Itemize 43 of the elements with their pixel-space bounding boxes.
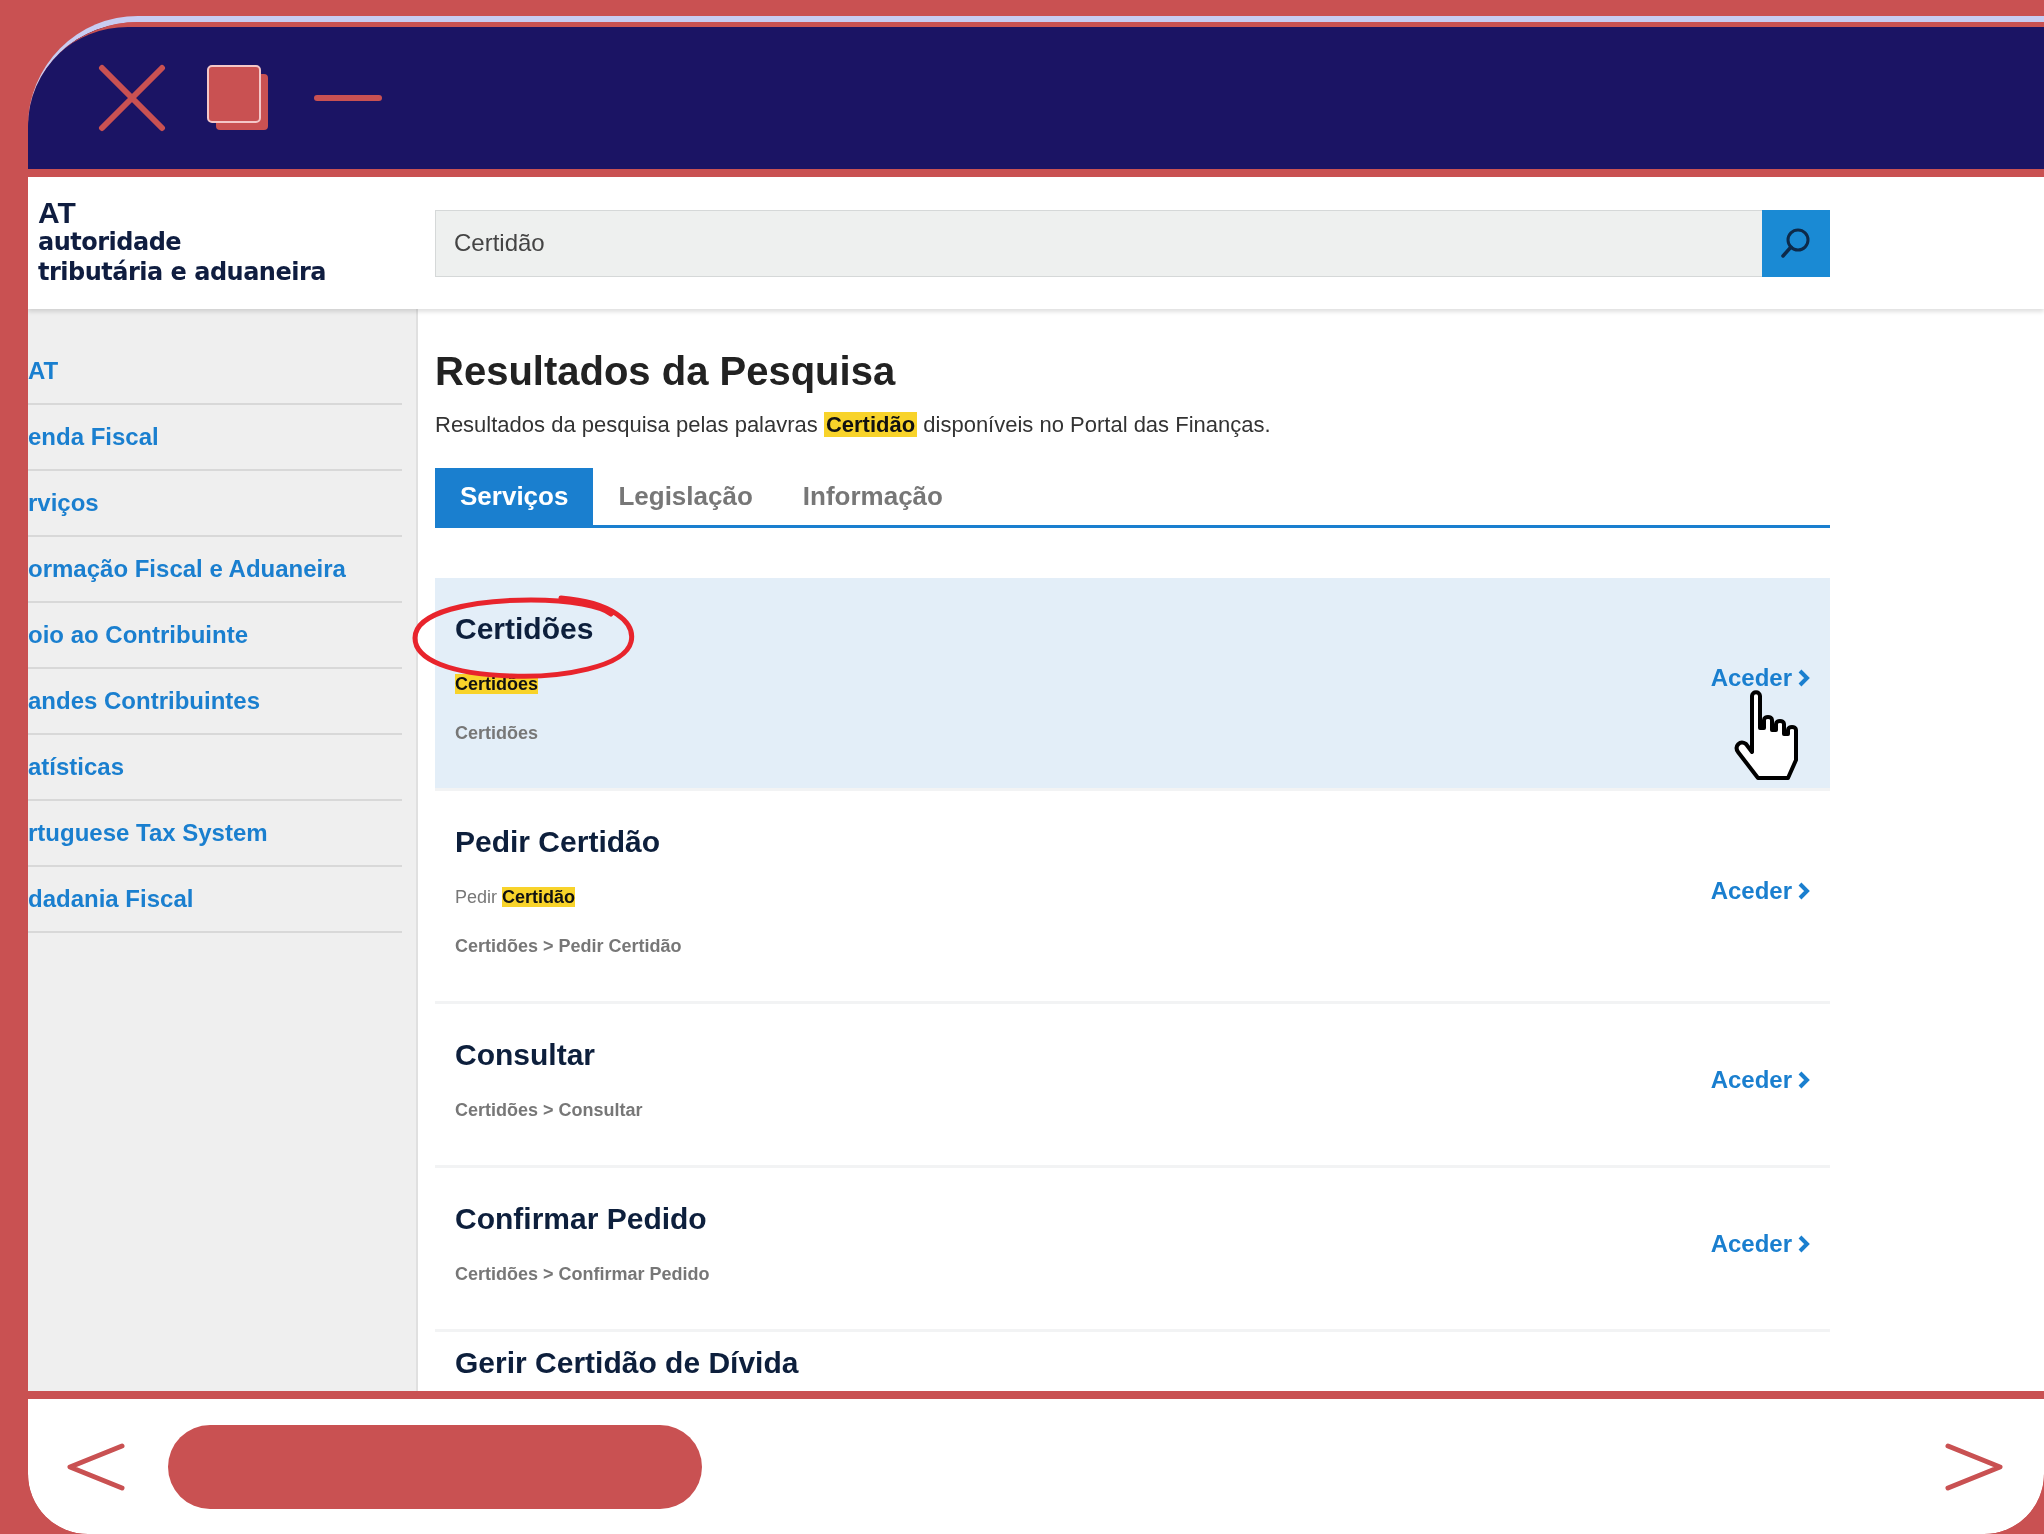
search-icon (1780, 227, 1812, 259)
sidebar-link[interactable]: enda Fiscal (28, 405, 402, 471)
logo-text: autoridade (38, 227, 183, 257)
search-field[interactable]: Certidão (435, 209, 1762, 277)
chevron-right-icon (1798, 1234, 1810, 1253)
access-link[interactable]: Aceder (1710, 664, 1810, 692)
page-title: Resultados da Pesquisa (435, 349, 897, 394)
tab[interactable]: Serviços (435, 468, 594, 525)
logo-mark: AT (38, 199, 77, 227)
result-path: Certidões > Consultar (455, 1100, 644, 1121)
chevron-right-icon (1944, 1441, 2004, 1492)
access-link[interactable]: Aceder (1710, 877, 1810, 905)
sidebar-link[interactable]: andes Contribuintes (28, 669, 402, 735)
search-button[interactable] (1762, 209, 1830, 277)
access-link[interactable]: Aceder (1710, 1229, 1810, 1258)
result-title: Pedir Certidão (455, 825, 662, 859)
chevron-right-icon (1798, 1070, 1810, 1089)
result-path: Certidões (455, 723, 540, 744)
result-title: Consultar (455, 1038, 596, 1072)
sidebar-link[interactable]: dadania Fiscal (28, 867, 402, 933)
result-title: Certidões (455, 612, 595, 646)
sidebar-link[interactable]: atísticas (28, 735, 402, 801)
chevron-left-icon (66, 1441, 126, 1492)
result-title: Confirmar Pedido (455, 1202, 708, 1236)
sidebar-link[interactable]: rtuguese Tax System (28, 801, 402, 867)
logo-text: tributária e aduaneira (38, 257, 327, 287)
chevron-right-icon (1798, 669, 1810, 687)
chevron-right-icon (1798, 882, 1810, 900)
result-path: Certidões > Pedir Certidão (455, 936, 683, 957)
close-icon (98, 64, 166, 132)
tab[interactable]: Informação (777, 468, 968, 525)
result-title: Gerir Certidão de Dívida (455, 1346, 800, 1380)
sidebar-link[interactable]: AT (28, 339, 402, 405)
tab[interactable]: Legislação (593, 468, 778, 525)
sidebar-link[interactable]: rviços (28, 471, 402, 537)
result-path: Certidões > Confirmar Pedido (455, 1264, 711, 1285)
result-snippet: Pedir Certidão (455, 887, 577, 908)
close-button[interactable] (98, 64, 166, 132)
access-link[interactable]: Aceder (1710, 1065, 1810, 1094)
results-description: Resultados da pesquisa pelas palavras Certidão disponíveis no Portal das Finanças. (435, 412, 1272, 438)
sidebar-link[interactable]: ormação Fiscal e Aduaneira (28, 537, 402, 603)
sidebar-link[interactable]: oio ao Contribuinte (28, 603, 402, 669)
minimize-icon (314, 93, 382, 103)
